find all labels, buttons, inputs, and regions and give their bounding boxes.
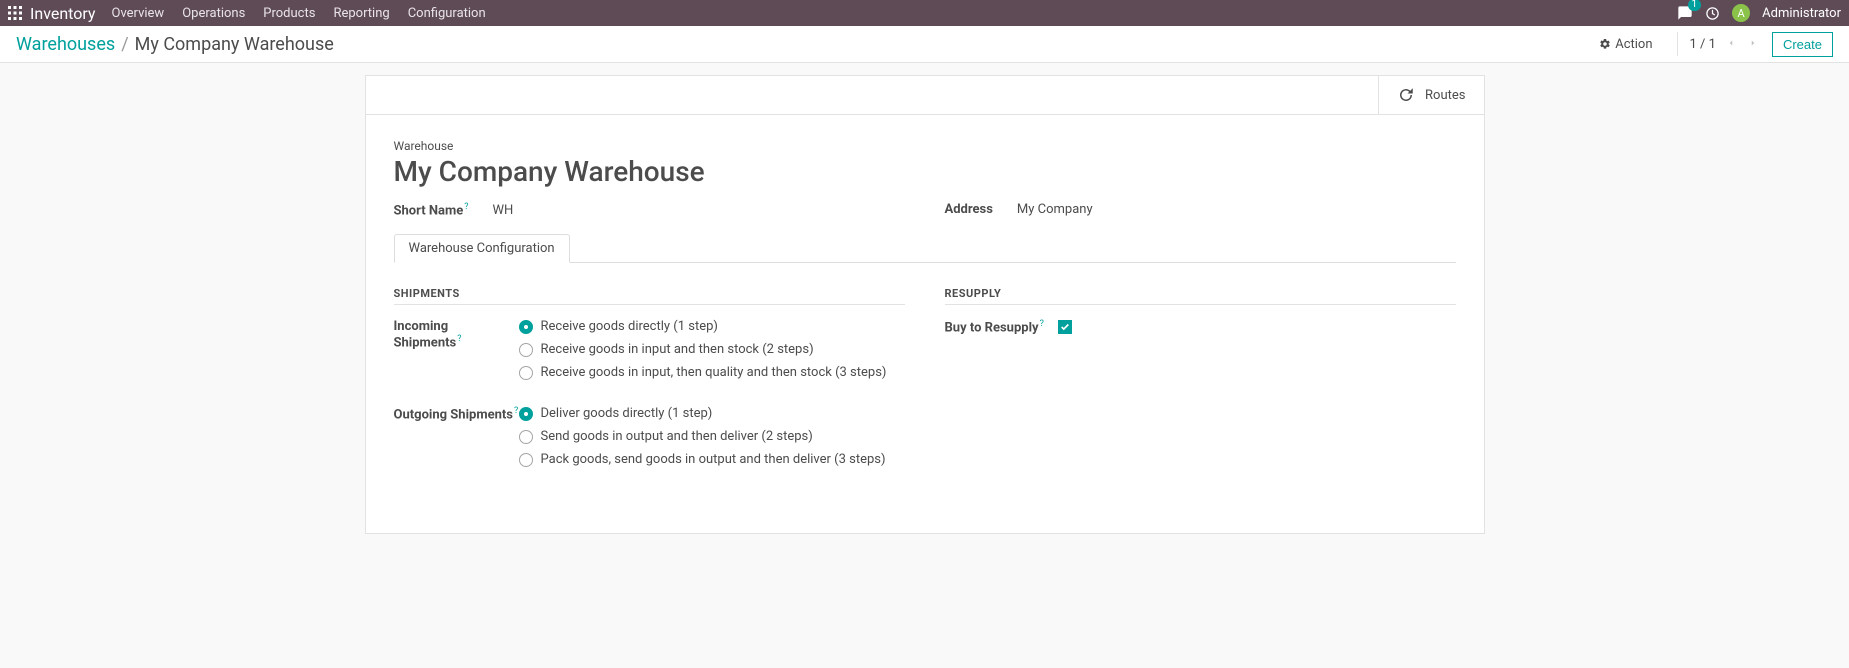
menu-operations[interactable]: Operations (182, 6, 245, 21)
incoming-opt-1[interactable]: Receive goods directly (1 step) (519, 319, 905, 334)
avatar[interactable]: A (1732, 4, 1750, 22)
breadcrumb: Warehouses / My Company Warehouse (16, 34, 334, 55)
menu-overview[interactable]: Overview (112, 6, 165, 21)
username[interactable]: Administrator (1762, 6, 1841, 21)
outgoing-opt-1[interactable]: Deliver goods directly (1 step) (519, 406, 905, 421)
pager-count[interactable]: 1 / 1 (1690, 37, 1716, 52)
page-title[interactable]: My Company Warehouse (394, 155, 1456, 188)
menu-configuration[interactable]: Configuration (408, 6, 486, 21)
activities-icon[interactable] (1705, 6, 1720, 21)
routes-label: Routes (1425, 88, 1465, 103)
routes-button[interactable]: Routes (1378, 76, 1483, 114)
pager-next[interactable] (1746, 35, 1760, 54)
short-name-label: Short Name? (394, 202, 469, 218)
messages-badge: 1 (1688, 0, 1702, 11)
radio-icon (519, 407, 533, 421)
buy-to-resupply-label: Buy to Resupply? (945, 319, 1044, 335)
breadcrumb-root[interactable]: Warehouses (16, 34, 115, 55)
radio-icon (519, 320, 533, 334)
action-dropdown[interactable]: Action (1599, 37, 1652, 52)
gear-icon (1599, 38, 1611, 50)
outgoing-opt-3[interactable]: Pack goods, send goods in output and the… (519, 452, 905, 467)
pager: 1 / 1 (1690, 35, 1760, 54)
action-label: Action (1615, 37, 1652, 52)
incoming-opt-2[interactable]: Receive goods in input and then stock (2… (519, 342, 905, 357)
breadcrumb-current: My Company Warehouse (135, 34, 334, 55)
pager-prev[interactable] (1724, 35, 1738, 54)
chevron-right-icon (1748, 38, 1758, 48)
incoming-label: Incoming Shipments? (394, 319, 519, 388)
help-icon[interactable]: ? (464, 202, 468, 212)
group-resupply: RESUPPLY (945, 287, 1456, 305)
radio-icon (519, 453, 533, 467)
buy-to-resupply-checkbox[interactable] (1058, 320, 1072, 334)
help-icon[interactable]: ? (1040, 319, 1044, 329)
title-label: Warehouse (394, 139, 1456, 153)
help-icon[interactable]: ? (457, 334, 461, 344)
radio-icon (519, 366, 533, 380)
main-menu: Overview Operations Products Reporting C… (112, 6, 486, 21)
messages-icon[interactable]: 1 (1677, 5, 1693, 21)
apps-icon[interactable] (8, 6, 22, 20)
outgoing-label: Outgoing Shipments? (394, 406, 519, 475)
app-brand[interactable]: Inventory (30, 4, 96, 23)
top-nav: Inventory Overview Operations Products R… (0, 0, 1849, 26)
check-icon (1060, 322, 1070, 332)
button-box: Routes (366, 76, 1484, 115)
create-button[interactable]: Create (1772, 32, 1833, 57)
breadcrumb-separator: / (121, 34, 128, 55)
short-name-value[interactable]: WH (493, 203, 514, 218)
address-label: Address (945, 202, 993, 217)
tab-warehouse-config[interactable]: Warehouse Configuration (394, 234, 570, 263)
tab-list: Warehouse Configuration (394, 234, 1456, 263)
outgoing-opt-2[interactable]: Send goods in output and then deliver (2… (519, 429, 905, 444)
address-value[interactable]: My Company (1017, 202, 1093, 217)
radio-icon (519, 343, 533, 357)
refresh-icon (1397, 86, 1415, 104)
control-panel: Warehouses / My Company Warehouse Action… (0, 26, 1849, 63)
menu-products[interactable]: Products (263, 6, 315, 21)
divider (1677, 32, 1678, 56)
incoming-opt-3[interactable]: Receive goods in input, then quality and… (519, 365, 905, 380)
form-sheet: Routes Warehouse My Company Warehouse Sh… (365, 75, 1485, 534)
menu-reporting[interactable]: Reporting (333, 6, 389, 21)
radio-icon (519, 430, 533, 444)
group-shipments: SHIPMENTS (394, 287, 905, 305)
chevron-left-icon (1726, 38, 1736, 48)
